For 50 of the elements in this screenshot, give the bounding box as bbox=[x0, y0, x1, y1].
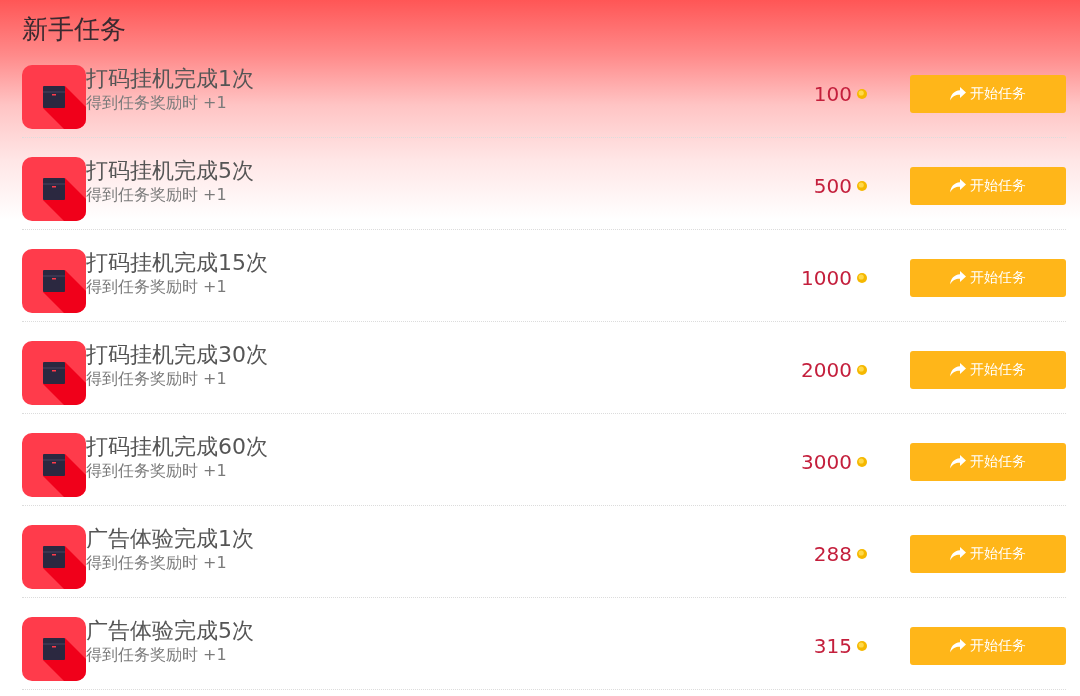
share-arrow-icon bbox=[950, 179, 966, 193]
start-task-button[interactable]: 开始任务 bbox=[910, 75, 1066, 113]
share-arrow-icon bbox=[950, 455, 966, 469]
share-arrow-icon bbox=[950, 363, 966, 377]
start-task-button[interactable]: 开始任务 bbox=[910, 535, 1066, 573]
coin-icon bbox=[857, 457, 867, 467]
task-description: 得到任务奖励时 +1 bbox=[86, 276, 227, 298]
box-icon bbox=[22, 65, 86, 129]
task-title: 打码挂机完成5次 bbox=[86, 158, 254, 184]
task-title: 广告体验完成5次 bbox=[86, 618, 254, 644]
share-arrow-icon bbox=[950, 639, 966, 653]
task-title: 广告体验完成1次 bbox=[86, 526, 254, 552]
task-description: 得到任务奖励时 +1 bbox=[86, 184, 227, 206]
coin-icon bbox=[857, 365, 867, 375]
box-icon bbox=[22, 617, 86, 681]
task-title: 打码挂机完成30次 bbox=[86, 342, 268, 368]
box-icon bbox=[22, 433, 86, 497]
task-description: 得到任务奖励时 +1 bbox=[86, 92, 227, 114]
reward-points: 100 bbox=[813, 82, 852, 106]
reward-points: 3000 bbox=[801, 450, 852, 474]
start-task-button[interactable]: 开始任务 bbox=[910, 259, 1066, 297]
task-description: 得到任务奖励时 +1 bbox=[86, 460, 227, 482]
box-icon bbox=[22, 341, 86, 405]
coin-icon bbox=[857, 641, 867, 651]
box-icon bbox=[22, 525, 86, 589]
start-task-button[interactable]: 开始任务 bbox=[910, 443, 1066, 481]
reward-points: 288 bbox=[813, 542, 852, 566]
start-task-button[interactable]: 开始任务 bbox=[910, 351, 1066, 389]
share-arrow-icon bbox=[950, 547, 966, 561]
coin-icon bbox=[857, 273, 867, 283]
coin-icon bbox=[857, 89, 867, 99]
reward-points: 1000 bbox=[801, 266, 852, 290]
share-arrow-icon bbox=[950, 87, 966, 101]
task-title: 打码挂机完成60次 bbox=[86, 434, 268, 460]
page-title: 新手任务 bbox=[22, 13, 126, 46]
start-task-button[interactable]: 开始任务 bbox=[910, 627, 1066, 665]
task-description: 得到任务奖励时 +1 bbox=[86, 368, 227, 390]
coin-icon bbox=[857, 181, 867, 191]
task-title: 打码挂机完成1次 bbox=[86, 66, 254, 92]
box-icon bbox=[22, 249, 86, 313]
reward-points: 2000 bbox=[801, 358, 852, 382]
reward-points: 500 bbox=[813, 174, 852, 198]
task-description: 得到任务奖励时 +1 bbox=[86, 552, 227, 574]
coin-icon bbox=[857, 549, 867, 559]
share-arrow-icon bbox=[950, 271, 966, 285]
box-icon bbox=[22, 157, 86, 221]
start-task-button[interactable]: 开始任务 bbox=[910, 167, 1066, 205]
task-description: 得到任务奖励时 +1 bbox=[86, 644, 227, 666]
task-title: 打码挂机完成15次 bbox=[86, 250, 268, 276]
reward-points: 315 bbox=[813, 634, 852, 658]
